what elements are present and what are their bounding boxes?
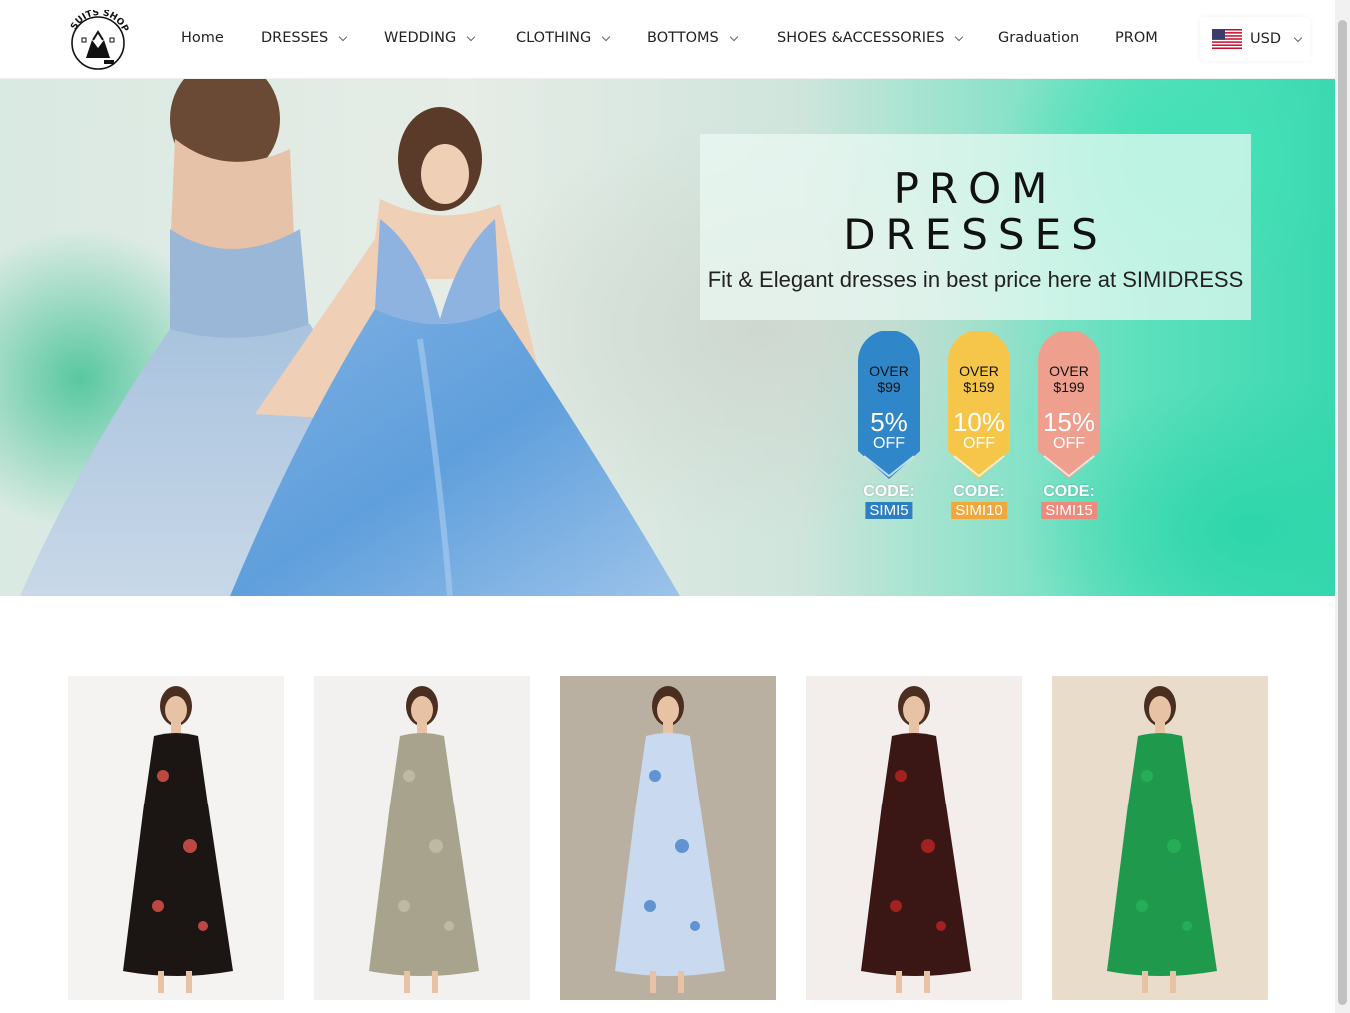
hero-subtitle: Fit & Elegant dresses in best price here… (707, 267, 1244, 292)
badge-off-label: OFF (1053, 435, 1085, 452)
nav-item-label: PROM (1115, 30, 1158, 46)
hero-models-image (20, 79, 680, 596)
chevron-down-icon (955, 32, 964, 41)
badge-ribbon-shape (948, 330, 1010, 479)
product-blue-floral-dress[interactable] (560, 676, 776, 1000)
site-header: SUITS SHOP Home DRESSES WEDDING CLOTHING BOT… (0, 0, 1335, 79)
product-green-puff-dress[interactable] (1052, 676, 1268, 1000)
product-image (1107, 686, 1217, 993)
suits-shop-logo[interactable]: SUITS SHOP (66, 8, 130, 72)
nav-item-label: DRESSES (261, 30, 329, 46)
nav-item-label: Graduation (998, 30, 1080, 46)
product-red-mesh-dress[interactable] (806, 676, 1022, 1000)
badge-percent: 15% (1042, 407, 1096, 437)
discount-badge[interactable]: OVER $99 5% OFF CODE: SIMI5 (858, 330, 920, 526)
us-flag-icon (1212, 29, 1242, 49)
badge-percent: 5% (870, 407, 908, 437)
nav-item-label: Home (181, 30, 224, 46)
nav-item-label: WEDDING (384, 30, 457, 46)
chevron-down-icon (1293, 33, 1303, 42)
badge-over-text: OVER $159 (959, 363, 999, 395)
discount-badge[interactable]: OVER $159 10% OFF CODE: SIMI10 (948, 330, 1010, 526)
product-floral-black-dress[interactable] (68, 676, 284, 1000)
currency-label: USD (1250, 31, 1281, 47)
chevron-down-icon (466, 32, 476, 41)
nav-item-label: BOTTOMS (647, 30, 719, 46)
product-image (615, 686, 725, 993)
hero-banner[interactable]: PROM DRESSES Fit & Elegant dresses in be… (0, 79, 1335, 596)
badge-ribbon-shape (858, 330, 920, 479)
product-image (123, 686, 233, 993)
badge-over-text: OVER $99 (869, 363, 909, 395)
badge-off-label: OFF (873, 435, 905, 452)
badge-code: SIMI5 (865, 502, 913, 519)
badge-off-label: OFF (963, 435, 995, 452)
nav-item-label: CLOTHING (516, 30, 592, 46)
nav-item-clothing[interactable]: CLOTHING (516, 30, 611, 46)
hero-text-box: PROM DRESSES Fit & Elegant dresses in be… (700, 134, 1251, 320)
badge-code-label: CODE: (953, 483, 1005, 500)
badge-percent: 10% (952, 407, 1006, 437)
badge-code: SIMI15 (1041, 502, 1097, 519)
page-scrollbar[interactable] (1335, 0, 1350, 1013)
product-satin-olive-dress[interactable] (314, 676, 530, 1000)
nav-item-home[interactable]: Home (181, 30, 224, 46)
nav-item-label: SHOES &ACCESSORIES (777, 30, 945, 46)
badge-ribbon-shape (1038, 330, 1100, 479)
discount-badge[interactable]: OVER $199 15% OFF CODE: SIMI15 (1038, 330, 1100, 526)
chevron-down-icon (729, 32, 738, 41)
badge-code-label: CODE: (863, 483, 915, 500)
nav-item-wedding[interactable]: WEDDING (384, 30, 476, 46)
badge-code: SIMI10 (951, 502, 1007, 519)
nav-item-shoes-accessories[interactable]: SHOES &ACCESSORIES (777, 30, 964, 46)
product-image (861, 686, 971, 993)
nav-item-dresses[interactable]: DRESSES (261, 30, 348, 46)
hero-title-line1: PROM (893, 164, 1058, 213)
nav-item-graduation[interactable]: Graduation (998, 30, 1079, 46)
nav-item-bottoms[interactable]: BOTTOMS (647, 30, 738, 46)
chevron-down-icon (338, 32, 348, 41)
hero-title-line2: DRESSES (843, 210, 1108, 259)
product-image (369, 686, 479, 993)
chevron-down-icon (601, 32, 611, 41)
scrollbar-thumb[interactable] (1338, 20, 1347, 1005)
currency-selector[interactable]: USD (1200, 17, 1310, 61)
badge-code-label: CODE: (1043, 483, 1095, 500)
nav-item-prom[interactable]: PROM (1115, 30, 1158, 46)
badge-over-text: OVER $199 (1049, 363, 1089, 395)
product-grid (68, 676, 1268, 1000)
